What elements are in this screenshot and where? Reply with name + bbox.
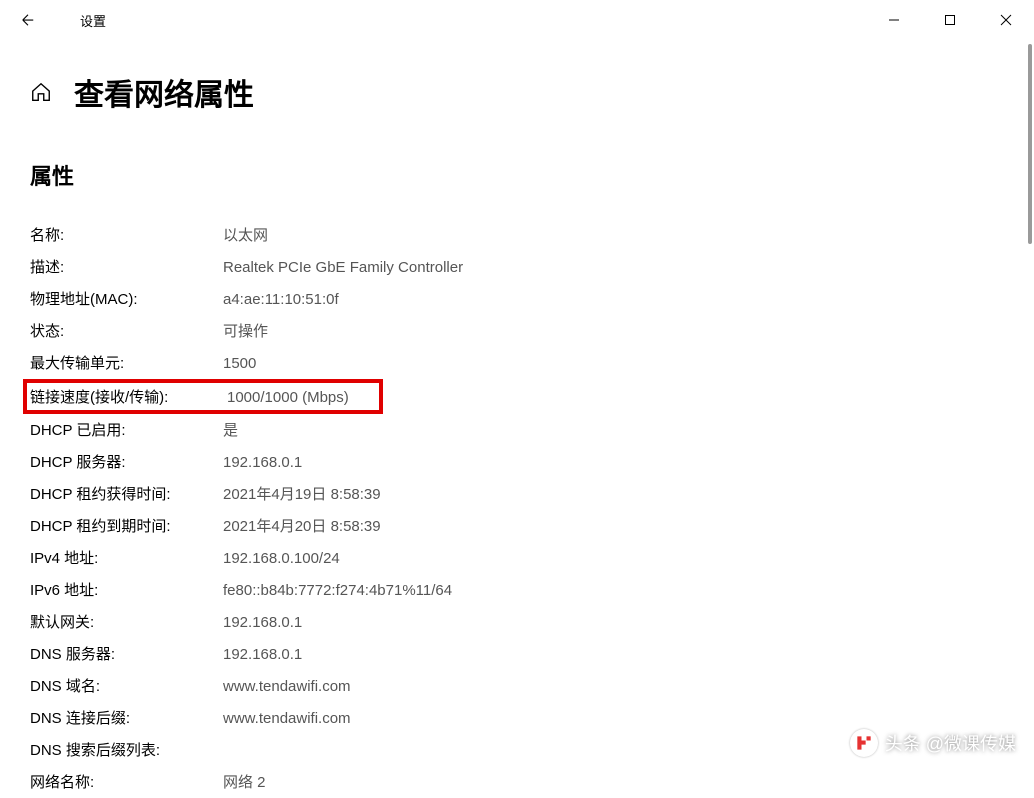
property-row: 默认网关:192.168.0.1 — [30, 606, 1004, 638]
property-value: 可操作 — [223, 320, 268, 341]
window-controls — [866, 0, 1034, 40]
content-area: 查看网络属性 属性 名称:以太网描述:Realtek PCIe GbE Fami… — [0, 40, 1034, 798]
property-label: 最大传输单元: — [30, 352, 223, 373]
property-label: DNS 连接后缀: — [30, 707, 223, 728]
property-value: 1500 — [223, 355, 256, 372]
property-row: IPv4 地址:192.168.0.100/24 — [30, 542, 1004, 574]
property-label: DHCP 服务器: — [30, 451, 223, 472]
property-row: DHCP 已启用:是 — [30, 414, 1004, 446]
property-value: 192.168.0.100/24 — [223, 550, 340, 567]
property-label: 名称: — [30, 224, 223, 245]
property-label: 默认网关: — [30, 611, 223, 632]
property-value: a4:ae:11:10:51:0f — [223, 291, 339, 308]
property-label: IPv6 地址: — [30, 579, 223, 600]
property-row: DNS 服务器:192.168.0.1 — [30, 638, 1004, 670]
property-label: 链接速度(接收/传输): — [30, 386, 227, 407]
property-row: IPv6 地址:fe80::b84b:7772:f274:4b71%11/64 — [30, 574, 1004, 606]
property-label: 描述: — [30, 256, 223, 277]
watermark-text: 头条 @微课传媒 — [885, 730, 1016, 756]
property-value: 网络 2 — [223, 771, 266, 792]
property-value: fe80::b84b:7772:f274:4b71%11/64 — [223, 582, 452, 599]
property-label: 物理地址(MAC): — [30, 288, 223, 309]
maximize-icon — [944, 14, 956, 26]
property-row: 描述:Realtek PCIe GbE Family Controller — [30, 251, 1004, 283]
watermark: 头条 @微课传媒 — [850, 729, 1016, 757]
arrow-left-icon — [19, 11, 37, 29]
property-label: 网络名称: — [30, 771, 223, 792]
property-row: 最大传输单元:1500 — [30, 347, 1004, 379]
window-title: 设置 — [80, 11, 106, 30]
scrollbar[interactable] — [1028, 44, 1032, 244]
property-value: 1000/1000 (Mbps) — [227, 389, 349, 406]
watermark-logo-icon — [850, 729, 878, 757]
property-label: DNS 服务器: — [30, 643, 223, 664]
titlebar-left: 设置 — [0, 0, 106, 40]
property-value: 2021年4月20日 8:58:39 — [223, 515, 381, 536]
property-list: 名称:以太网描述:Realtek PCIe GbE Family Control… — [30, 219, 1004, 798]
titlebar: 设置 — [0, 0, 1034, 40]
property-row: DHCP 服务器:192.168.0.1 — [30, 446, 1004, 478]
home-icon[interactable] — [30, 81, 52, 103]
property-label: 状态: — [30, 320, 223, 341]
close-icon — [1000, 14, 1012, 26]
property-label: DHCP 租约获得时间: — [30, 483, 223, 504]
property-row: 状态:可操作 — [30, 315, 1004, 347]
property-label: DNS 搜索后缀列表: — [30, 739, 223, 760]
page-header: 查看网络属性 — [30, 70, 1004, 114]
property-label: IPv4 地址: — [30, 547, 223, 568]
minimize-icon — [888, 14, 900, 26]
property-value: 2021年4月19日 8:58:39 — [223, 483, 381, 504]
property-row: 链接速度(接收/传输):1000/1000 (Mbps) — [23, 379, 383, 414]
back-button[interactable] — [0, 0, 55, 40]
property-value: 192.168.0.1 — [223, 454, 302, 471]
property-label: DNS 域名: — [30, 675, 223, 696]
property-row: 物理地址(MAC):a4:ae:11:10:51:0f — [30, 283, 1004, 315]
property-label: DHCP 已启用: — [30, 419, 223, 440]
property-value: www.tendawifi.com — [223, 678, 351, 695]
minimize-button[interactable] — [866, 0, 922, 40]
property-label: DHCP 租约到期时间: — [30, 515, 223, 536]
property-row: DHCP 租约到期时间:2021年4月20日 8:58:39 — [30, 510, 1004, 542]
property-value: 以太网 — [223, 224, 268, 245]
property-value: 192.168.0.1 — [223, 646, 302, 663]
page-title: 查看网络属性 — [74, 70, 254, 114]
property-value: 是 — [223, 419, 238, 440]
property-row: 网络名称:网络 2 — [30, 766, 1004, 798]
property-row: DHCP 租约获得时间:2021年4月19日 8:58:39 — [30, 478, 1004, 510]
property-row: 名称:以太网 — [30, 219, 1004, 251]
property-value: Realtek PCIe GbE Family Controller — [223, 259, 463, 276]
maximize-button[interactable] — [922, 0, 978, 40]
property-value: www.tendawifi.com — [223, 710, 351, 727]
section-title: 属性 — [30, 159, 1004, 191]
close-button[interactable] — [978, 0, 1034, 40]
property-row: DNS 域名:www.tendawifi.com — [30, 670, 1004, 702]
property-value: 192.168.0.1 — [223, 614, 302, 631]
